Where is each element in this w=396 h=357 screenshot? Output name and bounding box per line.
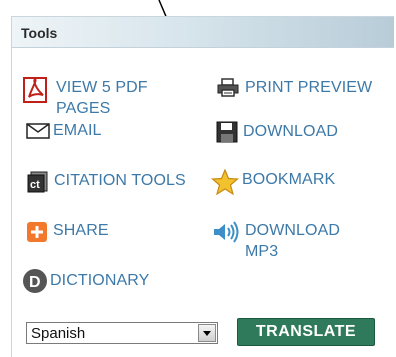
share-label: SHARE: [53, 222, 109, 239]
dictionary-label: DICTIONARY: [50, 272, 150, 289]
citation-icon: ct: [27, 171, 49, 198]
view-pdf-label-line1: VIEW 5 PDF: [56, 79, 148, 96]
svg-text:ct: ct: [30, 179, 40, 191]
floppy-disk-icon: [216, 121, 238, 148]
citation-tools-link[interactable]: ct CITATION TOOLS: [27, 170, 186, 198]
svg-text:D: D: [29, 274, 41, 291]
plus-icon: [26, 221, 48, 248]
email-link[interactable]: EMAIL: [26, 120, 102, 144]
bookmark-link[interactable]: BOOKMARK: [210, 168, 336, 200]
translate-button[interactable]: TRANSLATE: [237, 318, 375, 346]
print-preview-label: PRINT PREVIEW: [245, 79, 373, 96]
star-icon: [210, 168, 240, 200]
share-link[interactable]: SHARE: [26, 220, 109, 248]
panel-title: Tools: [21, 25, 58, 41]
chevron-down-icon[interactable]: [198, 324, 216, 342]
envelope-icon: [26, 123, 50, 144]
download-label: DOWNLOAD: [243, 123, 339, 140]
download-mp3-label-line2: MP3: [245, 243, 279, 260]
download-mp3-link[interactable]: DOWNLOAD MP3: [212, 220, 340, 262]
print-preview-link[interactable]: PRINT PREVIEW: [216, 77, 372, 103]
pdf-icon: [23, 77, 51, 108]
email-label: EMAIL: [53, 122, 102, 139]
tools-panel-header: Tools: [12, 17, 394, 48]
language-select[interactable]: Spanish: [26, 322, 218, 344]
download-link[interactable]: DOWNLOAD: [216, 121, 338, 148]
view-pdf-pages-link[interactable]: VIEW 5 PDF PAGES: [23, 77, 148, 119]
view-pdf-label-line2: PAGES: [56, 100, 111, 117]
language-select-value: Spanish: [31, 325, 86, 342]
download-mp3-label-line1: DOWNLOAD: [245, 222, 341, 239]
speaker-icon: [212, 221, 242, 248]
printer-icon: [216, 78, 240, 103]
bookmark-label: BOOKMARK: [242, 171, 336, 188]
citation-tools-label: CITATION TOOLS: [54, 172, 186, 189]
dictionary-link[interactable]: D DICTIONARY: [22, 268, 149, 299]
dictionary-d-icon: D: [22, 268, 48, 299]
